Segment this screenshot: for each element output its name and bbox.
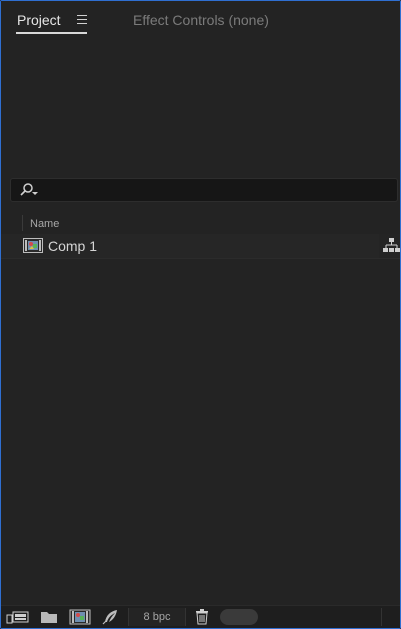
flowchart-icon[interactable] <box>383 238 400 253</box>
panel-tab-bar: Project Effect Controls (none) <box>1 1 400 39</box>
feather-icon[interactable] <box>101 608 121 626</box>
list-item[interactable]: Comp 1 <box>1 234 400 259</box>
thumbnail-preview-area <box>1 39 400 175</box>
column-divider[interactable] <box>22 215 23 231</box>
composition-icon <box>23 238 43 253</box>
tab-effect-controls[interactable]: Effect Controls (none) <box>133 12 269 28</box>
item-name: Comp 1 <box>48 238 98 254</box>
project-list-empty-area[interactable] <box>1 259 400 606</box>
trash-icon[interactable] <box>194 608 210 626</box>
panel-menu-icon[interactable] <box>77 15 87 25</box>
new-folder-icon[interactable] <box>39 608 59 626</box>
project-list-header: Name <box>1 213 400 233</box>
search-icon[interactable] <box>19 182 39 198</box>
interpret-footage-icon[interactable] <box>6 608 29 626</box>
thumbnail-size-slider[interactable] <box>220 609 258 625</box>
new-composition-icon[interactable] <box>69 608 91 626</box>
bit-depth-button[interactable]: 8 bpc <box>128 608 186 626</box>
search-field[interactable] <box>10 178 398 202</box>
tab-project[interactable]: Project <box>17 12 61 28</box>
footer-divider <box>381 608 382 626</box>
column-header-name[interactable]: Name <box>30 218 59 230</box>
project-panel: Project Effect Controls (none) Name Comp <box>0 0 401 629</box>
active-tab-indicator <box>16 32 87 34</box>
project-panel-footer: 8 bpc <box>1 605 400 628</box>
